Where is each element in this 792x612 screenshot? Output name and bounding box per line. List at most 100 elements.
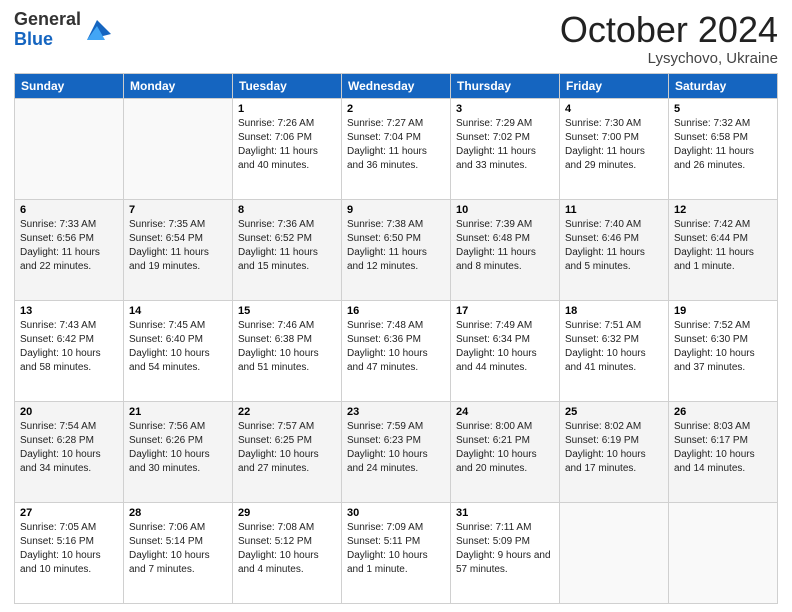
- day-number: 14: [129, 305, 227, 317]
- calendar-cell: 30 Sunrise: 7:09 AMSunset: 5:11 PMDayligh…: [342, 502, 451, 603]
- calendar-week-row: 27 Sunrise: 7:05 AMSunset: 5:16 PMDayligh…: [15, 502, 778, 603]
- calendar-cell: 31Sunrise: 7:11 AMSunset: 5:09 PMDayligh…: [451, 502, 560, 603]
- cell-info: Sunrise: 7:27 AMSunset: 7:04 PMDaylight:…: [347, 117, 445, 173]
- calendar-table: SundayMondayTuesdayWednesdayThursdayFrid…: [14, 73, 778, 604]
- cell-info: Sunrise: 7:48 AMSunset: 6:36 PMDaylight:…: [347, 319, 445, 375]
- day-number: 28: [129, 507, 227, 519]
- day-number: 17: [456, 305, 554, 317]
- day-number: 13: [20, 305, 118, 317]
- calendar-cell: 19Sunrise: 7:52 AMSunset: 6:30 PMDayligh…: [669, 300, 778, 401]
- calendar-cell: 18Sunrise: 7:51 AMSunset: 6:32 PMDayligh…: [560, 300, 669, 401]
- cell-info: Sunrise: 7:56 AMSunset: 6:26 PMDaylight:…: [129, 420, 227, 476]
- calendar-cell: 2Sunrise: 7:27 AMSunset: 7:04 PMDaylight…: [342, 98, 451, 199]
- day-number: 18: [565, 305, 663, 317]
- col-header-thursday: Thursday: [451, 73, 560, 98]
- day-number: 24: [456, 406, 554, 418]
- calendar-cell: [669, 502, 778, 603]
- calendar-cell: 27 Sunrise: 7:05 AMSunset: 5:16 PMDayligh…: [15, 502, 124, 603]
- calendar-cell: 8 Sunrise: 7:36 AMSunset: 6:52 PMDaylight…: [233, 199, 342, 300]
- day-number: 12: [674, 204, 772, 216]
- day-number: 4: [565, 103, 663, 115]
- cell-info: Sunrise: 7:42 AMSunset: 6:44 PMDaylight:…: [674, 218, 772, 274]
- calendar-cell: 17 Sunrise: 7:49 AMSunset: 6:34 PMDayligh…: [451, 300, 560, 401]
- cell-info: Sunrise: 7:26 AMSunset: 7:06 PMDaylight:…: [238, 117, 336, 173]
- cell-info: Sunrise: 7:59 AMSunset: 6:23 PMDaylight:…: [347, 420, 445, 476]
- cell-info: Sunrise: 7:05 AMSunset: 5:16 PMDaylight:…: [20, 521, 118, 577]
- cell-info: Sunrise: 7:32 AMSunset: 6:58 PMDaylight:…: [674, 117, 772, 173]
- cell-info: Sunrise: 8:03 AMSunset: 6:17 PMDaylight:…: [674, 420, 772, 476]
- calendar-cell: 4 Sunrise: 7:30 AMSunset: 7:00 PMDaylight…: [560, 98, 669, 199]
- day-number: 19: [674, 305, 772, 317]
- calendar-cell: 1 Sunrise: 7:26 AMSunset: 7:06 PMDaylight…: [233, 98, 342, 199]
- day-number: 27: [20, 507, 118, 519]
- day-number: 6: [20, 204, 118, 216]
- day-number: 8: [238, 204, 336, 216]
- col-header-wednesday: Wednesday: [342, 73, 451, 98]
- day-number: 11: [565, 204, 663, 216]
- cell-info: Sunrise: 7:11 AMSunset: 5:09 PMDaylight:…: [456, 521, 554, 577]
- calendar-week-row: 20 Sunrise: 7:54 AMSunset: 6:28 PMDayligh…: [15, 401, 778, 502]
- col-header-tuesday: Tuesday: [233, 73, 342, 98]
- day-number: 1: [238, 103, 336, 115]
- cell-info: Sunrise: 7:29 AMSunset: 7:02 PMDaylight:…: [456, 117, 554, 173]
- cell-info: Sunrise: 7:33 AMSunset: 6:56 PMDaylight:…: [20, 218, 118, 274]
- day-number: 10: [456, 204, 554, 216]
- logo-blue: Blue: [14, 29, 53, 49]
- day-number: 30: [347, 507, 445, 519]
- logo-icon: [83, 16, 111, 44]
- calendar-week-row: 1 Sunrise: 7:26 AMSunset: 7:06 PMDaylight…: [15, 98, 778, 199]
- cell-info: Sunrise: 7:40 AMSunset: 6:46 PMDaylight:…: [565, 218, 663, 274]
- cell-info: Sunrise: 7:38 AMSunset: 6:50 PMDaylight:…: [347, 218, 445, 274]
- header: General Blue October 2024 Lysychovo, Ukr…: [14, 10, 778, 67]
- cell-info: Sunrise: 7:45 AMSunset: 6:40 PMDaylight:…: [129, 319, 227, 375]
- calendar-cell: 11 Sunrise: 7:40 AMSunset: 6:46 PMDayligh…: [560, 199, 669, 300]
- cell-info: Sunrise: 7:49 AMSunset: 6:34 PMDaylight:…: [456, 319, 554, 375]
- location: Lysychovo, Ukraine: [560, 50, 778, 67]
- day-number: 26: [674, 406, 772, 418]
- col-header-monday: Monday: [124, 73, 233, 98]
- calendar-cell: 21 Sunrise: 7:56 AMSunset: 6:26 PMDayligh…: [124, 401, 233, 502]
- title-block: October 2024 Lysychovo, Ukraine: [560, 10, 778, 67]
- calendar-cell: [124, 98, 233, 199]
- calendar-page: General Blue October 2024 Lysychovo, Ukr…: [0, 0, 792, 612]
- cell-info: Sunrise: 7:43 AMSunset: 6:42 PMDaylight:…: [20, 319, 118, 375]
- cell-info: Sunrise: 7:09 AMSunset: 5:11 PMDaylight:…: [347, 521, 445, 577]
- day-number: 5: [674, 103, 772, 115]
- calendar-cell: 13 Sunrise: 7:43 AMSunset: 6:42 PMDayligh…: [15, 300, 124, 401]
- calendar-cell: 20 Sunrise: 7:54 AMSunset: 6:28 PMDayligh…: [15, 401, 124, 502]
- calendar-cell: 28 Sunrise: 7:06 AMSunset: 5:14 PMDayligh…: [124, 502, 233, 603]
- cell-info: Sunrise: 7:35 AMSunset: 6:54 PMDaylight:…: [129, 218, 227, 274]
- month-title: October 2024: [560, 10, 778, 50]
- cell-info: Sunrise: 7:06 AMSunset: 5:14 PMDaylight:…: [129, 521, 227, 577]
- cell-info: Sunrise: 7:57 AMSunset: 6:25 PMDaylight:…: [238, 420, 336, 476]
- day-number: 20: [20, 406, 118, 418]
- calendar-cell: 7 Sunrise: 7:35 AMSunset: 6:54 PMDaylight…: [124, 199, 233, 300]
- calendar-cell: 16Sunrise: 7:48 AMSunset: 6:36 PMDayligh…: [342, 300, 451, 401]
- cell-info: Sunrise: 8:02 AMSunset: 6:19 PMDaylight:…: [565, 420, 663, 476]
- day-number: 9: [347, 204, 445, 216]
- day-number: 21: [129, 406, 227, 418]
- logo: General Blue: [14, 10, 111, 50]
- day-number: 15: [238, 305, 336, 317]
- day-number: 3: [456, 103, 554, 115]
- day-number: 22: [238, 406, 336, 418]
- cell-info: Sunrise: 7:36 AMSunset: 6:52 PMDaylight:…: [238, 218, 336, 274]
- calendar-cell: 15 Sunrise: 7:46 AMSunset: 6:38 PMDayligh…: [233, 300, 342, 401]
- calendar-cell: 29Sunrise: 7:08 AMSunset: 5:12 PMDayligh…: [233, 502, 342, 603]
- calendar-cell: 23Sunrise: 7:59 AMSunset: 6:23 PMDayligh…: [342, 401, 451, 502]
- cell-info: Sunrise: 7:30 AMSunset: 7:00 PMDaylight:…: [565, 117, 663, 173]
- calendar-cell: 24 Sunrise: 8:00 AMSunset: 6:21 PMDayligh…: [451, 401, 560, 502]
- col-header-saturday: Saturday: [669, 73, 778, 98]
- calendar-cell: 26 Sunrise: 8:03 AMSunset: 6:17 PMDayligh…: [669, 401, 778, 502]
- cell-info: Sunrise: 7:46 AMSunset: 6:38 PMDaylight:…: [238, 319, 336, 375]
- calendar-cell: 25 Sunrise: 8:02 AMSunset: 6:19 PMDayligh…: [560, 401, 669, 502]
- logo-general: General: [14, 9, 81, 29]
- logo-text: General Blue: [14, 10, 81, 50]
- day-number: 7: [129, 204, 227, 216]
- day-number: 25: [565, 406, 663, 418]
- cell-info: Sunrise: 7:39 AMSunset: 6:48 PMDaylight:…: [456, 218, 554, 274]
- cell-info: Sunrise: 8:00 AMSunset: 6:21 PMDaylight:…: [456, 420, 554, 476]
- cell-info: Sunrise: 7:54 AMSunset: 6:28 PMDaylight:…: [20, 420, 118, 476]
- calendar-cell: 3 Sunrise: 7:29 AMSunset: 7:02 PMDaylight…: [451, 98, 560, 199]
- calendar-cell: 22 Sunrise: 7:57 AMSunset: 6:25 PMDayligh…: [233, 401, 342, 502]
